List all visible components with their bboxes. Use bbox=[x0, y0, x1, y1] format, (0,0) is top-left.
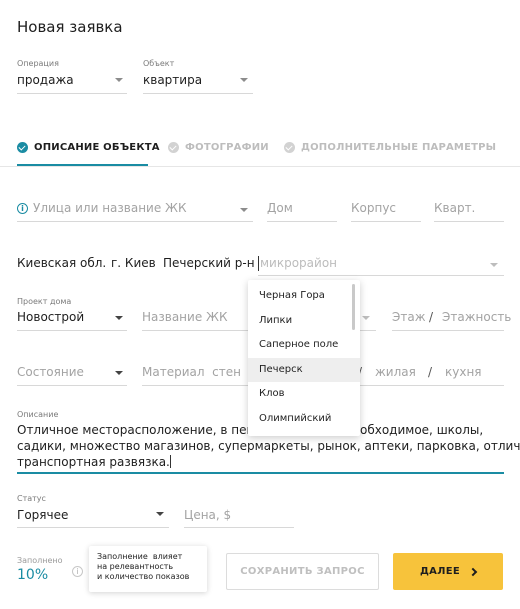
check-circle-icon bbox=[284, 142, 295, 153]
tab-photos[interactable]: ФОТОГРАФИИ bbox=[168, 142, 269, 153]
operation-label: Операция bbox=[17, 59, 59, 68]
region-text: Киевская обл. bbox=[17, 256, 107, 270]
dropdown-option[interactable]: Клов bbox=[248, 382, 360, 407]
tab-extra-params-label: ДОПОЛНИТЕЛЬНЫЕ ПАРАМЕТРЫ bbox=[301, 142, 497, 153]
project-label: Проект дома bbox=[17, 297, 72, 306]
status-value: Горячее bbox=[17, 508, 69, 522]
price-input[interactable]: Цена, $ bbox=[184, 506, 294, 528]
chevron-down-icon bbox=[490, 263, 498, 267]
project-select[interactable]: Новострой bbox=[17, 309, 127, 331]
tab-description[interactable]: ОПИСАНИЕ ОБЪЕКТА bbox=[17, 142, 160, 153]
dropdown-option[interactable]: Олимпийский bbox=[248, 407, 360, 432]
chevron-down-icon bbox=[240, 78, 248, 82]
area-inputs[interactable]: / жилая / кухня bbox=[358, 364, 504, 386]
chevron-down-icon bbox=[362, 316, 370, 320]
city-text: г. Киев bbox=[111, 256, 156, 270]
info-icon[interactable]: i bbox=[72, 566, 83, 577]
check-circle-icon bbox=[17, 142, 28, 153]
chevron-down-icon bbox=[115, 78, 123, 82]
chevron-down-icon bbox=[115, 316, 123, 320]
tab-photos-label: ФОТОГРАФИИ bbox=[185, 142, 269, 153]
description-label: Описание bbox=[17, 410, 59, 419]
text-cursor bbox=[169, 455, 171, 468]
next-button[interactable]: ДАЛЕЕ bbox=[393, 553, 503, 590]
house-input[interactable]: Дом bbox=[267, 200, 337, 222]
tab-extra-params[interactable]: ДОПОЛНИТЕЛЬНЫЕ ПАРАМЕТРЫ bbox=[284, 142, 496, 153]
microdistrict-input[interactable]: микрорайон bbox=[258, 254, 504, 276]
chevron-right-icon bbox=[468, 567, 478, 576]
dropdown-option-highlighted[interactable]: Печерск bbox=[248, 357, 360, 382]
dropdown-option[interactable]: Черная Гора bbox=[248, 284, 360, 309]
filled-label: Заполнено bbox=[17, 556, 63, 565]
dropdown-option[interactable]: Липки bbox=[248, 309, 360, 334]
status-label: Статус bbox=[17, 494, 46, 503]
chevron-down-icon bbox=[156, 512, 164, 516]
microdistrict-dropdown[interactable]: Черная Гора Липки Саперное поле Печерск … bbox=[248, 280, 360, 436]
fill-tooltip: Заполнение влияет на релевантность и кол… bbox=[89, 546, 207, 592]
info-icon[interactable]: i bbox=[17, 203, 28, 214]
object-label: Объект bbox=[143, 59, 175, 68]
street-input[interactable]: Улица или название ЖК bbox=[17, 200, 253, 222]
save-request-button[interactable]: СОХРАНИТЬ ЗАПРОС bbox=[226, 553, 379, 590]
condition-select[interactable]: Состояние bbox=[17, 364, 127, 386]
page-title: Новая заявка bbox=[17, 18, 123, 36]
object-select[interactable]: квартира bbox=[143, 71, 253, 95]
tab-description-label: ОПИСАНИЕ ОБЪЕКТА bbox=[34, 142, 160, 153]
operation-select[interactable]: продажа bbox=[17, 71, 127, 95]
dropdown-scrollbar[interactable] bbox=[352, 284, 355, 330]
status-select[interactable]: Горячее bbox=[17, 506, 169, 528]
district-text: Печерский р-н bbox=[163, 256, 255, 270]
description-underline bbox=[17, 472, 504, 474]
project-value: Новострой bbox=[17, 310, 85, 324]
building-input[interactable]: Корпус bbox=[351, 200, 421, 222]
apartment-input[interactable]: Кварт. bbox=[434, 200, 504, 222]
chevron-down-icon bbox=[240, 208, 248, 212]
tabs-divider bbox=[0, 166, 520, 167]
filled-value: 10% bbox=[17, 567, 49, 583]
text-cursor bbox=[258, 256, 259, 271]
dropdown-option[interactable]: Саперное поле bbox=[248, 333, 360, 358]
operation-value: продажа bbox=[17, 73, 74, 87]
floor-inputs[interactable]: Этаж / Этажность bbox=[392, 309, 511, 331]
chevron-down-icon bbox=[115, 371, 123, 375]
object-value: квартира bbox=[143, 73, 203, 87]
check-circle-icon bbox=[168, 142, 179, 153]
